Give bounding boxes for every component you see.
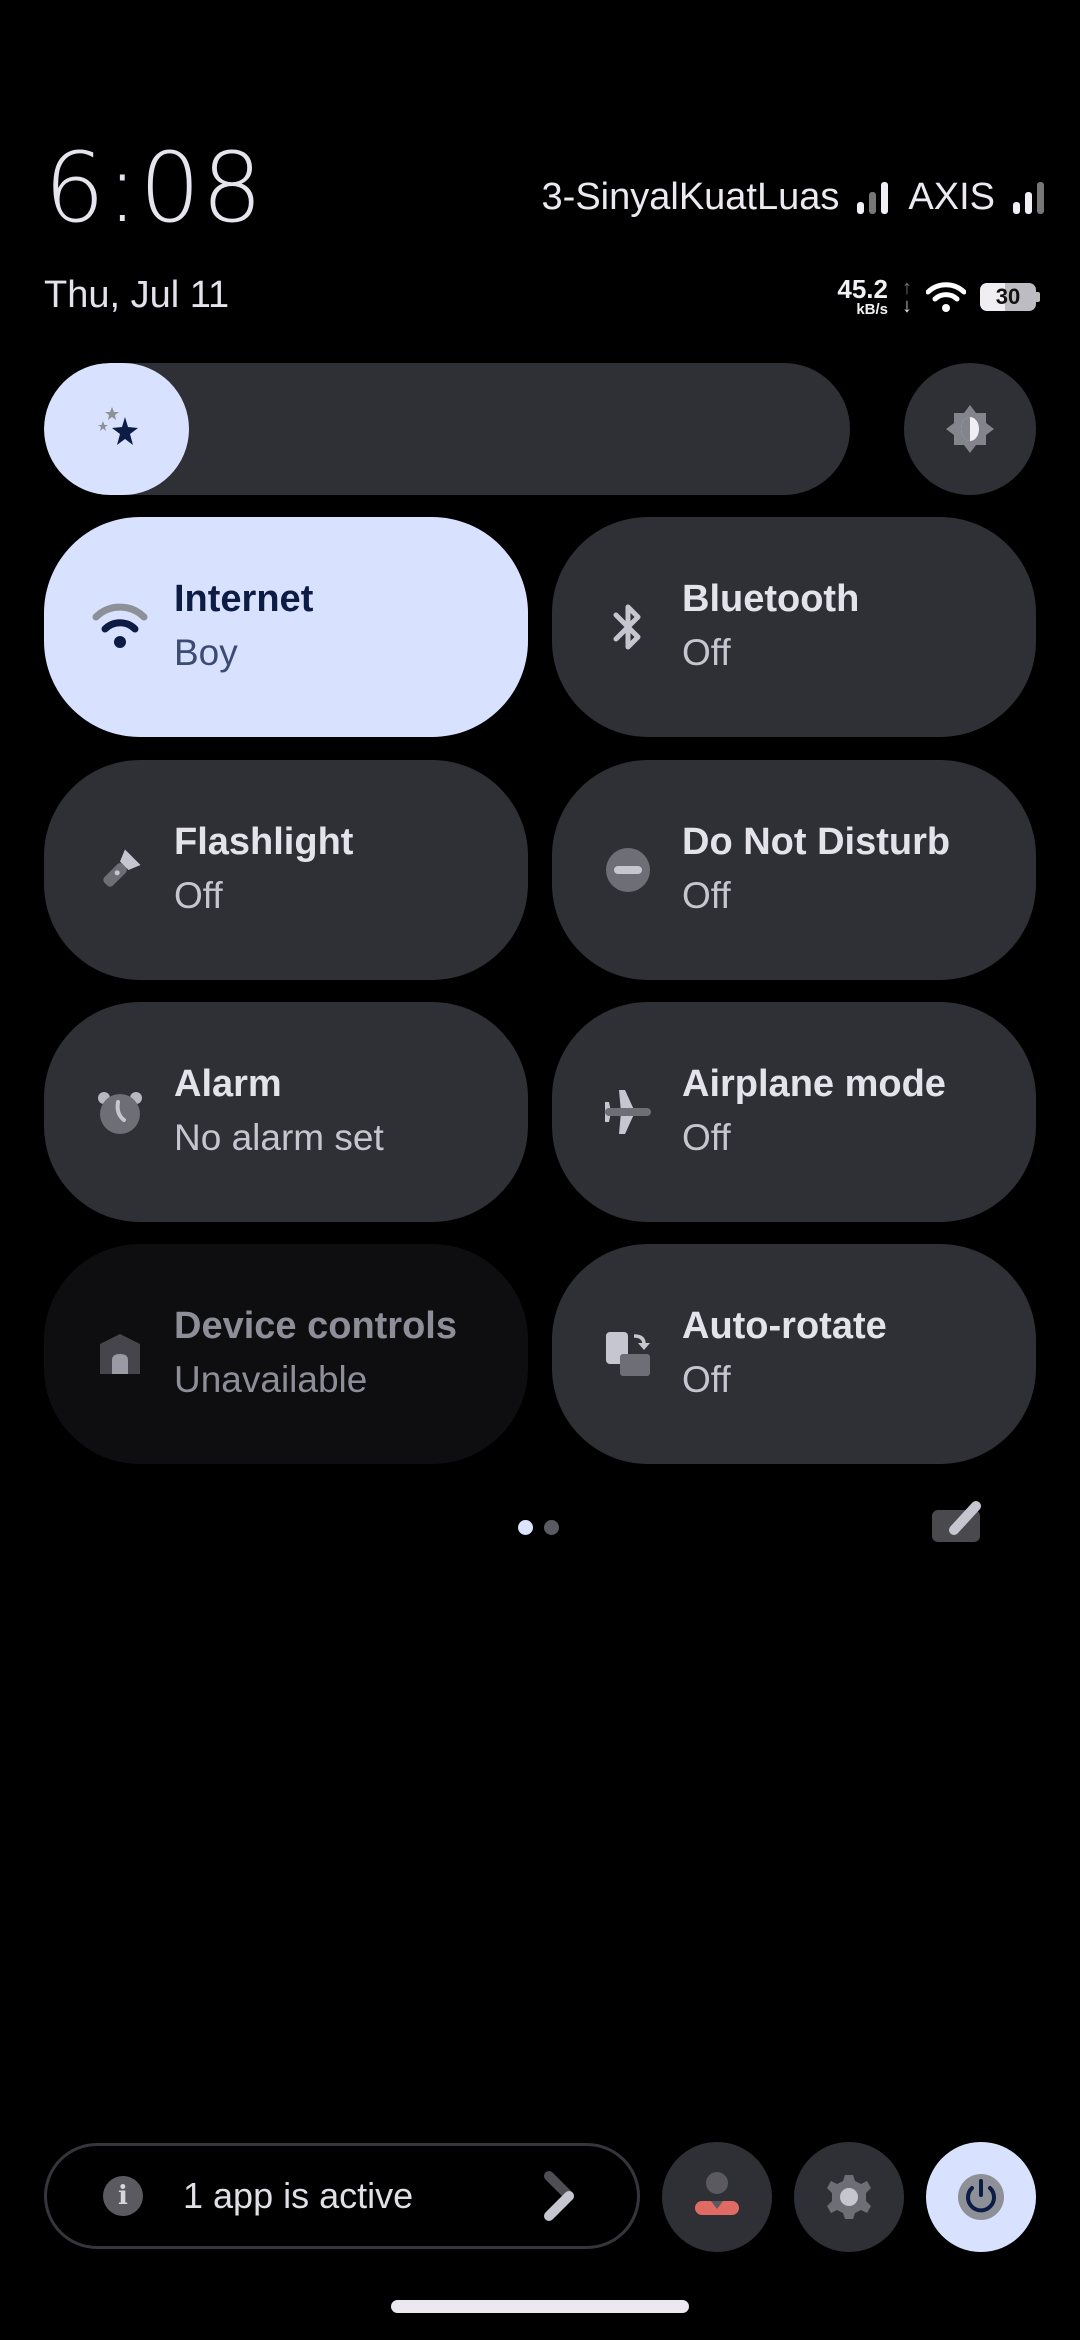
tile-sublabel: Off: [174, 874, 223, 916]
tile-internet[interactable]: Internet Boy: [44, 517, 528, 737]
tile-label: Flashlight: [174, 821, 354, 864]
tile-sublabel: Boy: [174, 631, 238, 673]
wifi-status-icon: [926, 281, 966, 312]
tile-label: Auto-rotate: [682, 1305, 887, 1348]
page-dot-active[interactable]: [518, 1520, 533, 1535]
carrier-1-name: 3-SinyalKuatLuas: [541, 176, 840, 218]
tile-alarm[interactable]: Alarm No alarm set: [44, 1002, 528, 1222]
tile-label: Alarm: [174, 1063, 282, 1106]
brightness-contrast-icon: [946, 405, 994, 453]
info-icon: i: [103, 2176, 143, 2216]
active-apps-button[interactable]: i 1 app is active: [44, 2143, 640, 2249]
tile-sublabel: No alarm set: [174, 1116, 384, 1158]
user-switcher-button[interactable]: [662, 2142, 772, 2252]
dark-mode-toggle[interactable]: [904, 363, 1036, 495]
network-speed-value: 45.2: [837, 274, 888, 304]
user-icon: [695, 2172, 739, 2215]
edit-icon: [932, 1501, 981, 1542]
power-icon: [958, 2174, 1004, 2220]
signal-strength-icon: [857, 181, 889, 214]
battery-level: 30: [980, 282, 1036, 311]
tile-sublabel: Off: [682, 874, 731, 916]
tile-label: Device controls: [174, 1305, 457, 1348]
brightness-slider[interactable]: [44, 363, 850, 495]
tile-bluetooth[interactable]: Bluetooth Off: [552, 517, 1036, 737]
home-icon: [92, 1326, 148, 1382]
status-icons: 45.2 kB/s ↑ ↓ 30: [837, 276, 1040, 317]
tile-sublabel: Unavailable: [174, 1358, 368, 1400]
network-speed-unit: kB/s: [856, 301, 888, 318]
tile-auto-rotate[interactable]: Auto-rotate Off: [552, 1244, 1036, 1464]
active-apps-text: 1 app is active: [183, 2175, 414, 2216]
stars-icon: [98, 407, 138, 445]
power-button[interactable]: [926, 2142, 1036, 2252]
battery-icon: 30: [980, 282, 1040, 311]
signal-strength-icon: [1013, 181, 1044, 214]
edit-tiles-button[interactable]: [930, 1498, 986, 1548]
tile-sublabel: Off: [682, 1116, 731, 1158]
bluetooth-icon: [600, 599, 656, 655]
airplane-icon: [600, 1084, 656, 1140]
date-label[interactable]: Thu, Jul 11: [44, 274, 229, 317]
auto-rotate-icon: [600, 1326, 656, 1382]
tile-label: Airplane mode: [682, 1063, 946, 1106]
tile-do-not-disturb[interactable]: Do Not Disturb Off: [552, 760, 1036, 980]
carrier-2-name: AXIS: [908, 176, 995, 218]
clock-time[interactable]: 6:08: [44, 140, 264, 236]
wifi-icon: [92, 599, 148, 655]
tile-flashlight[interactable]: Flashlight Off: [44, 760, 528, 980]
tile-sublabel: Off: [682, 1358, 731, 1400]
tile-label: Do Not Disturb: [682, 821, 951, 864]
do-not-disturb-icon: [600, 842, 656, 898]
tile-device-controls[interactable]: Device controls Unavailable: [44, 1244, 528, 1464]
network-speed: 45.2 kB/s: [837, 276, 888, 317]
page-indicator[interactable]: [518, 1520, 559, 1535]
tile-label: Bluetooth: [682, 578, 860, 621]
flashlight-icon: [92, 842, 148, 898]
settings-button[interactable]: [794, 2142, 904, 2252]
tile-airplane-mode[interactable]: Airplane mode Off: [552, 1002, 1036, 1222]
carrier-info: 3-SinyalKuatLuas AXIS: [542, 176, 1044, 219]
alarm-icon: [92, 1084, 148, 1140]
tile-sublabel: Off: [682, 631, 731, 673]
home-gesture-bar[interactable]: [391, 2300, 689, 2313]
chevron-right-icon: [544, 2171, 574, 2221]
settings-icon: [827, 2175, 871, 2219]
tile-label: Internet: [174, 578, 314, 621]
data-transfer-icon: ↑ ↓: [902, 276, 912, 317]
page-dot[interactable]: [544, 1520, 559, 1535]
